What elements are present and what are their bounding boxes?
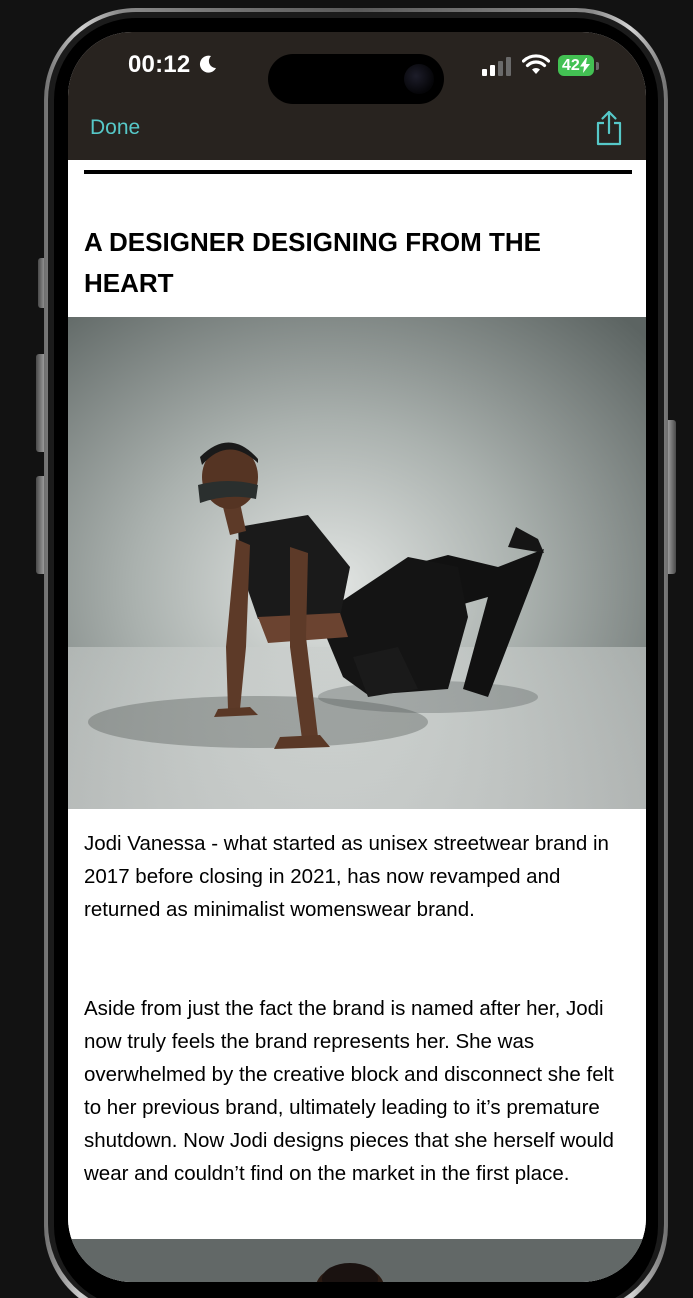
phone-screen: 00:12 42 Done A DESIGNER DESIGNING FROM … <box>68 32 646 1282</box>
share-icon[interactable] <box>594 110 624 146</box>
cellular-signal-icon <box>482 57 511 76</box>
article-photo <box>68 317 646 809</box>
second-photo-illustration <box>68 1239 646 1282</box>
done-button[interactable]: Done <box>90 116 140 140</box>
top-bar: 00:12 42 Done <box>68 32 646 160</box>
charging-bolt-icon <box>580 58 590 73</box>
article-paragraph: Jodi Vanessa - what started as unisex st… <box>84 832 609 921</box>
article-content[interactable]: A DESIGNER DESIGNING FROM THE HEART Jodi… <box>68 160 646 1282</box>
battery-level: 42 <box>562 57 580 74</box>
article-headline: A DESIGNER DESIGNING FROM THE HEART <box>84 227 541 298</box>
article-photo-partial <box>68 1239 646 1282</box>
device-stage: 00:12 42 Done A DESIGNER DESIGNING FROM … <box>0 0 693 1298</box>
article-paragraph: Aside from just the fact the brand is na… <box>84 997 614 1185</box>
camera-icon <box>404 64 434 94</box>
model-photo-illustration <box>68 317 646 809</box>
divider-rule <box>84 170 632 174</box>
status-time: 00:12 <box>128 51 191 78</box>
moon-icon <box>199 55 216 73</box>
wifi-icon <box>522 54 550 74</box>
battery-tip <box>596 62 599 70</box>
dynamic-island <box>268 54 444 104</box>
